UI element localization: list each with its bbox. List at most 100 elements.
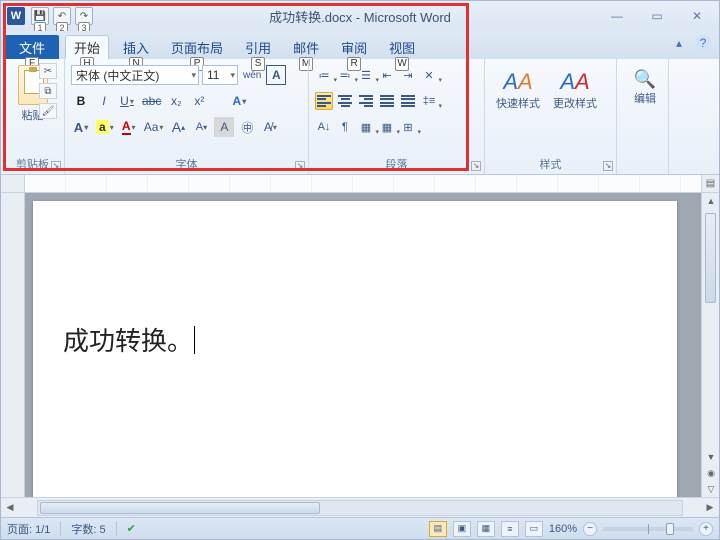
ruler-toggle-button[interactable]: ▤ [701,175,719,192]
status-proofing[interactable]: ✔ [127,522,136,535]
help-button[interactable]: ? [695,35,711,51]
shrink-font-a-button[interactable]: A▾ [191,117,211,137]
phonetic-guide-button[interactable]: wén [241,65,263,85]
grow-font-a-button[interactable]: A▴ [168,117,188,137]
align-left-button[interactable] [315,92,333,110]
font-size-combo[interactable]: 11 [202,65,238,85]
prev-page-button[interactable]: ◉ [702,465,720,481]
scroll-down-button[interactable]: ▼ [702,449,720,465]
align-distribute-button[interactable] [399,92,417,110]
maximize-button[interactable]: ▭ [643,8,671,24]
zoom-slider[interactable] [603,527,693,531]
tabs-button[interactable]: ⊞ [399,118,417,136]
align-right-button[interactable] [357,92,375,110]
view-draft-button[interactable]: ▭ [525,521,543,537]
zoom-out-button[interactable]: − [583,522,597,536]
tab-mailings[interactable]: 邮件M [285,35,327,59]
change-styles-button[interactable]: AA 更改样式 [548,69,602,111]
vertical-ruler[interactable] [1,193,25,497]
increase-indent-button[interactable]: ⇥ [399,66,417,84]
qat-undo-button[interactable]: ↶2 [53,7,71,25]
status-page[interactable]: 页面: 1/1 [7,521,50,537]
tab-home[interactable]: 开始H [65,35,109,59]
zoom-thumb[interactable] [666,523,674,535]
asian-layout-button[interactable]: ✕ [420,66,438,84]
horizontal-scrollbar[interactable] [37,500,683,516]
separator [60,522,61,536]
scroll-left-button[interactable]: ◀ [1,500,19,516]
subscript-button[interactable]: x₂ [166,91,186,111]
qat-save-button[interactable]: 💾1 [31,7,49,25]
next-page-button[interactable]: ▽ [702,481,720,497]
text-effects-button[interactable]: A [229,91,249,111]
close-button[interactable]: ✕ [683,8,711,24]
numbering-button[interactable]: ≕ [336,66,354,84]
status-word-count[interactable]: 字数: 5 [71,521,105,537]
zoom-in-button[interactable]: + [699,522,713,536]
qat-redo-button[interactable]: ↷3 [75,7,93,25]
align-justify-button[interactable] [378,92,396,110]
enclosed-char-button[interactable]: ㊥ [237,117,257,137]
char-shading-button[interactable]: A [214,117,234,137]
word-app-icon: W [7,7,25,25]
tab-review[interactable]: 审阅R [333,35,375,59]
minimize-button[interactable]: — [603,8,631,24]
borders-button[interactable]: ▦ [378,118,396,136]
editing-label: 编辑 [634,90,656,106]
paragraph-launcher[interactable]: ↘ [471,161,481,171]
clipboard-launcher[interactable]: ↘ [51,161,61,171]
italic-button[interactable]: I [94,91,114,111]
editing-button[interactable]: 🔍 编辑 [623,63,667,106]
view-full-screen-button[interactable]: ▣ [453,521,471,537]
styles-launcher[interactable]: ↘ [603,161,613,171]
horizontal-ruler[interactable] [25,175,701,192]
scroll-up-button[interactable]: ▲ [702,193,720,209]
underline-button[interactable]: U [117,91,137,111]
bold-button[interactable]: B [71,91,91,111]
title-bar: W 💾1 ↶2 ↷3 成功转换.docx - Microsoft Word — … [1,1,719,31]
copy-button[interactable]: ⧉ [39,83,57,99]
sort-button[interactable]: A↓ [315,118,333,136]
tab-view[interactable]: 视图W [381,35,423,59]
font-color-button[interactable]: A [119,117,139,137]
change-case-button[interactable]: Aa [142,117,166,137]
bullets-button[interactable]: ≔ [315,66,333,84]
tab-file[interactable]: 文件 F [5,35,59,59]
quick-styles-button[interactable]: AA 快速样式 [491,69,545,111]
font-family-combo[interactable]: 宋体 (中文正文) [71,65,199,85]
align-center-button[interactable] [336,92,354,110]
shading-button[interactable]: ▦ [357,118,375,136]
horizontal-scroll-thumb[interactable] [40,502,320,514]
tab-page-layout[interactable]: 页面布局P [163,35,231,59]
quick-styles-label: 快速样式 [496,95,540,111]
minimize-ribbon-button[interactable]: ▴ [671,35,687,51]
tab-insert[interactable]: 插入N [115,35,157,59]
show-marks-button[interactable]: ¶ [336,118,354,136]
superscript-button[interactable]: x² [189,91,209,111]
group-paragraph: ≔ ≕ ☰ ⇤ ⇥ ✕ ‡≡ A↓ ¶ ▦ ▦ ⊞ [309,59,485,174]
highlight-button[interactable]: a [94,117,116,137]
zoom-level[interactable]: 160% [549,523,577,535]
view-outline-button[interactable]: ≡ [501,521,519,537]
clear-formatting-button[interactable]: A̸ [260,117,280,137]
tab-references[interactable]: 引用S [237,35,279,59]
document-text[interactable]: 成功转换。 [63,327,193,356]
decrease-indent-button[interactable]: ⇤ [378,66,396,84]
grow-font-button[interactable]: A [71,117,91,137]
tab-label: 页面布局 [171,38,223,57]
view-print-layout-button[interactable]: ▤ [429,521,447,537]
page[interactable]: 成功转换。 [33,201,677,497]
strikethrough-button[interactable]: abc [140,91,163,111]
page-viewport[interactable]: 成功转换。 [25,193,701,497]
view-web-button[interactable]: ▦ [477,521,495,537]
font-launcher[interactable]: ↘ [295,161,305,171]
format-painter-button[interactable]: 🖌 [39,103,57,119]
scroll-right-button[interactable]: ▶ [701,500,719,516]
status-bar: 页面: 1/1 字数: 5 ✔ ▤ ▣ ▦ ≡ ▭ 160% − + [1,517,719,539]
char-border-button[interactable]: A [266,65,286,85]
cut-button[interactable]: ✂ [39,63,57,79]
vertical-scrollbar[interactable]: ▲ ▼ ◉ ▽ [701,193,719,497]
vertical-scroll-thumb[interactable] [705,213,716,303]
line-spacing-button[interactable]: ‡≡ [420,92,438,110]
multilevel-button[interactable]: ☰ [357,66,375,84]
